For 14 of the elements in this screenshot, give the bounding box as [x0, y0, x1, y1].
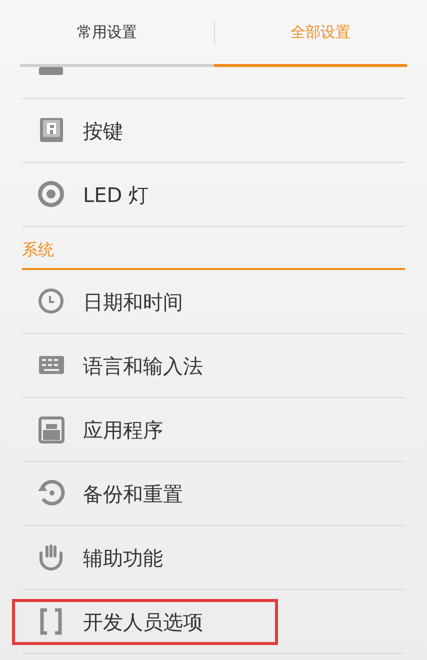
restore-icon	[37, 479, 66, 508]
p-key-icon	[37, 116, 66, 145]
section-header: 系统	[22, 239, 54, 261]
setting-item[interactable]: 备份和重置	[83, 478, 183, 508]
setting-item[interactable]: 开发人员选项	[83, 606, 203, 636]
clock-icon	[37, 287, 66, 316]
setting-item[interactable]: 按键	[83, 116, 123, 146]
setting-item[interactable]: LED 灯	[83, 180, 149, 210]
setting-item[interactable]: 日期和时间	[83, 286, 183, 316]
setting-item[interactable]: 辅助功能	[83, 542, 163, 572]
setting-item[interactable]: 语言和输入法	[83, 350, 203, 380]
target-icon	[37, 180, 66, 209]
tab[interactable]: 常用设置	[0, 0, 214, 64]
setting-item[interactable]: 应用程序	[83, 414, 163, 444]
